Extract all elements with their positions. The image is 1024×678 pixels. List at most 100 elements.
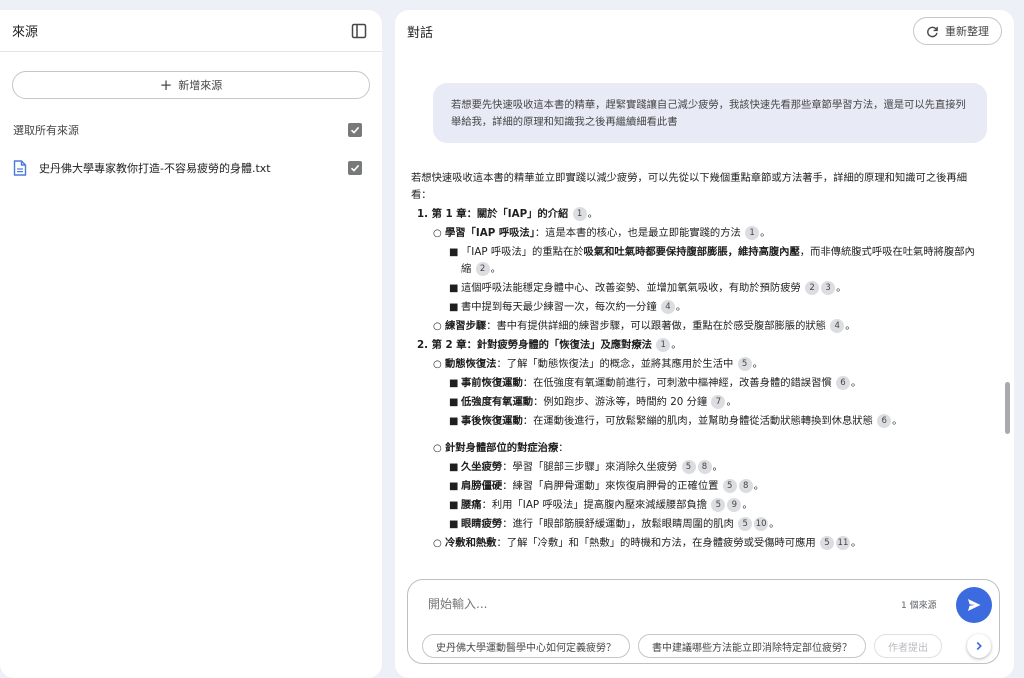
answer-item: ■ 這個呼吸法能穩定身體中心、改善姿勢、並增加氧氣吸收，有助於預防疲勞 2 3。: [449, 280, 981, 297]
refresh-label: 重新整理: [945, 25, 989, 38]
citation-badge[interactable]: 5: [819, 536, 834, 550]
circle-bullet-icon: ○: [433, 359, 442, 370]
answer-intro: 若想快速吸收這本書的精華並立即實踐以減少疲勞，可以先從以下幾個重點章節或方法著手…: [411, 172, 968, 201]
chat-messages[interactable]: 若想要先快速吸收這本書的精華，趕緊實踐讓自己減少疲勞，我該快速先看那些章節學習方…: [395, 52, 1014, 578]
source-count: 1 個來源: [901, 601, 937, 611]
sources-panel: 來源 + 新增來源 選取所有來源 史丹佛大學專家教你打造-不容易疲勞的身體.tx…: [0, 10, 382, 678]
add-source-button[interactable]: + 新增來源: [12, 71, 370, 99]
item-heading: 眼睛疲勞: [461, 518, 503, 530]
citation-badge[interactable]: 9: [727, 498, 742, 512]
citation-badge[interactable]: 5: [711, 498, 726, 512]
chat-input[interactable]: [426, 596, 890, 612]
suggestion-chip[interactable]: 書中建議哪些方法能立即消除特定部位疲勞？: [638, 634, 866, 658]
citation-badge[interactable]: 5: [738, 517, 753, 531]
item-text: ：利用「IAP 呼吸法」提高腹內壓來減緩腰部負擔: [481, 499, 708, 511]
citation-badge[interactable]: 2: [805, 281, 820, 295]
item-heading: 事前恢復運動: [461, 377, 523, 389]
square-bullet-icon: ■: [449, 519, 459, 530]
document-icon: [13, 160, 27, 176]
item-text: ：在運動後進行，可放鬆緊繃的肌肉，並幫助身體從活動狀態轉換到休息狀態: [522, 415, 873, 427]
item-bold: 吸氣和吐氣時都要保持腹部膨脹，維持高腹內壓: [583, 246, 800, 258]
chevron-right-icon: [976, 641, 982, 651]
answer-item: ■ 低強度有氧運動：例如跑步、游泳等，時間約 20 分鐘 7。: [449, 394, 981, 411]
user-message: 若想要先快速吸收這本書的精華，趕緊實踐讓自己減少疲勞，我該快速先看那些章節學習方…: [433, 83, 987, 143]
select-all-label: 選取所有來源: [13, 124, 79, 137]
citation-badge[interactable]: 5: [722, 479, 737, 493]
item-text: 這個呼吸法能穩定身體中心、改善姿勢、並增加氧氣吸收，有助於預防疲勞: [461, 282, 801, 294]
citation-badge[interactable]: 5: [737, 357, 752, 371]
item-text: ：進行「眼部筋膜舒緩運動」，放鬆眼睛周圍的肌肉: [502, 518, 734, 530]
item-text: ：例如跑步、游泳等，時間約 20 分鐘: [533, 396, 708, 408]
citation-badge[interactable]: 11: [835, 536, 850, 550]
send-icon: [968, 599, 981, 611]
refresh-button[interactable]: 重新整理: [913, 17, 1002, 45]
citation-badge[interactable]: 7: [711, 395, 726, 409]
chat-title: 對話: [407, 25, 434, 41]
toggle-panel-icon[interactable]: [348, 20, 370, 42]
item-heading: 事後恢復運動: [461, 415, 523, 427]
citation-badge[interactable]: 10: [754, 517, 769, 531]
circle-bullet-icon: ○: [433, 228, 442, 239]
item-heading: 動態恢復法: [445, 358, 497, 370]
chat-panel: 對話 重新整理 若想要先快速吸收這本書的精華，趕緊實踐讓自己減少疲勞，我該快速先…: [395, 10, 1014, 678]
answer-item: ■ 「IAP 呼吸法」的重點在於吸氣和吐氣時都要保持腹部膨脹，維持高腹內壓，而非…: [449, 244, 981, 278]
citation-badge[interactable]: 8: [697, 460, 712, 474]
square-bullet-icon: ■: [449, 283, 459, 294]
circle-bullet-icon: ○: [433, 443, 442, 454]
send-button[interactable]: [956, 587, 992, 623]
select-all-checkbox[interactable]: [348, 123, 362, 137]
answer-item: ■ 腰痛：利用「IAP 呼吸法」提高腹內壓來減緩腰部負擔 5 9。: [449, 497, 981, 514]
answer-item: ■ 書中提到每天最少練習一次，每次約一分鐘 4。: [449, 299, 981, 316]
item-text: ：了解「冷敷」和「熱敷」的時機和方法，在身體疲勞或受傷時可應用: [496, 537, 816, 549]
answer-item: ○ 學習「IAP 呼吸法」：這是本書的核心，也是最立即能實踐的方法 1。: [433, 225, 981, 242]
select-all-row[interactable]: 選取所有來源: [0, 115, 382, 145]
square-bullet-icon: ■: [449, 416, 459, 427]
source-file-checkbox[interactable]: [348, 161, 362, 175]
suggestion-chip[interactable]: 作者提出: [874, 634, 942, 658]
square-bullet-icon: ■: [449, 500, 459, 511]
citation-badge[interactable]: 4: [830, 319, 845, 333]
citation-badge[interactable]: 4: [660, 300, 675, 314]
chat-scrollbar[interactable]: [1005, 382, 1010, 434]
answer-item: ■ 眼睛疲勞：進行「眼部筋膜舒緩運動」，放鬆眼睛周圍的肌肉 5 10。: [449, 516, 981, 533]
citation-badge[interactable]: 6: [835, 376, 850, 390]
square-bullet-icon: ■: [449, 481, 459, 492]
chapter-heading: 1. 第 1 章：關於「IAP」的介紹: [417, 208, 569, 220]
item-text: ：: [558, 442, 569, 454]
citation-badge[interactable]: 8: [738, 479, 753, 493]
check-icon: [350, 164, 360, 172]
citation-badge[interactable]: 1: [572, 207, 587, 221]
citation-badge[interactable]: 6: [877, 414, 892, 428]
suggestion-chip[interactable]: 史丹佛大學運動醫學中心如何定義疲勞？: [422, 634, 630, 658]
answer-item: 1. 第 1 章：關於「IAP」的介紹 1。: [417, 207, 598, 221]
add-source-label: 新增來源: [178, 79, 223, 92]
item-text: 「IAP 呼吸法」的重點在於: [461, 246, 584, 258]
item-heading: 低強度有氧運動: [461, 396, 534, 408]
sources-title: 來源: [12, 25, 39, 40]
chapter-heading: 2. 第 2 章：針對疲勞身體的「恢復法」及應對療法: [417, 339, 652, 351]
citation-badge[interactable]: 5: [681, 460, 696, 474]
answer-item: ○ 練習步驟：書中有提供詳細的練習步驟，可以跟著做，重點在於感受腹部膨脹的狀態 …: [433, 318, 981, 335]
item-heading: 學習「IAP 呼吸法」: [445, 227, 535, 239]
square-bullet-icon: ■: [449, 302, 459, 313]
answer-item: ■ 事後恢復運動：在運動後進行，可放鬆緊繃的肌肉，並幫助身體從活動狀態轉換到休息…: [449, 413, 981, 430]
suggestions-next-button[interactable]: [967, 634, 991, 658]
answer-item: ■ 久坐疲勞：學習「腿部三步驟」來消除久坐疲勞 5 8。: [449, 459, 981, 476]
citation-badge[interactable]: 1: [656, 338, 671, 352]
sources-header: 來源: [0, 10, 382, 52]
assistant-answer: 若想快速吸收這本書的精華並立即實踐以減少疲勞，可以先從以下幾個重點章節或方法著手…: [411, 170, 981, 554]
source-file-row[interactable]: 史丹佛大學專家教你打造-不容易疲勞的身體.txt: [0, 153, 382, 183]
citation-badge[interactable]: 2: [475, 262, 490, 276]
item-text: ：書中有提供詳細的練習步驟，可以跟著做，重點在於感受腹部膨脹的狀態: [486, 320, 826, 332]
item-heading: 練習步驟: [445, 320, 487, 332]
citation-badge[interactable]: 1: [745, 226, 760, 240]
circle-bullet-icon: ○: [433, 321, 442, 332]
plus-icon: +: [159, 75, 173, 94]
source-file-name: 史丹佛大學專家教你打造-不容易疲勞的身體.txt: [39, 162, 271, 175]
chat-composer: 1 個來源 史丹佛大學運動醫學中心如何定義疲勞？ 書中建議哪些方法能立即消除特定…: [407, 579, 1000, 664]
item-text: ：學習「腿部三步驟」來消除久坐疲勞: [502, 461, 678, 473]
square-bullet-icon: ■: [449, 378, 459, 389]
citation-badge[interactable]: 3: [821, 281, 836, 295]
square-bullet-icon: ■: [449, 397, 459, 408]
circle-bullet-icon: ○: [433, 538, 442, 549]
